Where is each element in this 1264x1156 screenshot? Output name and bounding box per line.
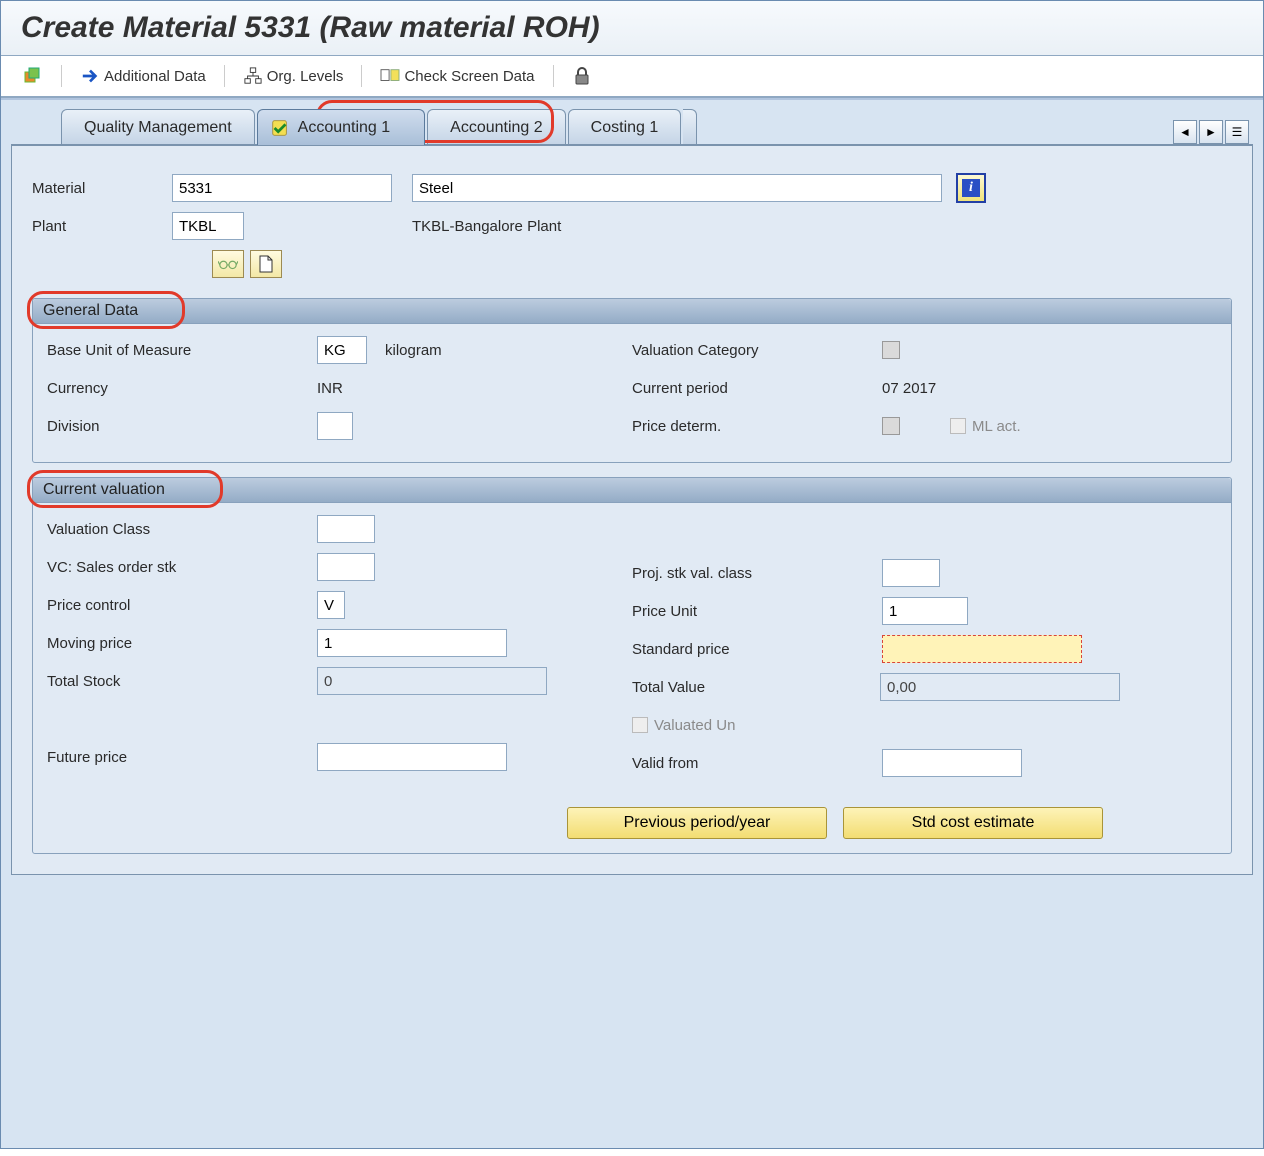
org-levels-button[interactable]: Org. Levels <box>239 64 348 88</box>
tab-scroll-right[interactable]: ► <box>1199 120 1223 144</box>
valuation-category-label: Valuation Category <box>632 342 882 359</box>
total-stock-label: Total Stock <box>47 673 317 690</box>
total-value-input <box>880 673 1120 701</box>
future-price-label: Future price <box>47 749 317 766</box>
moving-price-input[interactable] <box>317 629 507 657</box>
current-valuation-title: Current valuation <box>33 478 1231 503</box>
tab-accounting-1-label: Accounting 1 <box>298 119 391 137</box>
price-control-label: Price control <box>47 597 317 614</box>
material-info-button[interactable]: i <box>956 173 986 203</box>
total-stock-input <box>317 667 547 695</box>
tab-active-icon <box>270 118 290 138</box>
total-value-label: Total Value <box>632 679 880 696</box>
valuation-class-input[interactable] <box>317 515 375 543</box>
material-id-input[interactable] <box>172 174 392 202</box>
general-data-title: General Data <box>33 299 1231 324</box>
proj-stk-val-class-label: Proj. stk val. class <box>632 565 882 582</box>
division-label: Division <box>47 418 317 435</box>
page-icon <box>256 254 276 274</box>
standard-price-input[interactable] <box>882 635 1082 663</box>
standard-price-label: Standard price <box>632 641 882 658</box>
arrow-right-icon <box>80 66 100 86</box>
valuated-un-checkbox <box>632 717 648 733</box>
material-desc-input[interactable] <box>412 174 942 202</box>
currency-label: Currency <box>47 380 317 397</box>
layers-icon <box>23 66 43 86</box>
content-area: Quality Management Accounting 1 Accounti… <box>1 98 1263 1148</box>
price-determ-label: Price determ. <box>632 418 882 435</box>
proj-stk-val-class-input[interactable] <box>882 559 940 587</box>
base-uom-desc: kilogram <box>385 342 442 359</box>
price-control-input[interactable] <box>317 591 345 619</box>
tab-quality-management-label: Quality Management <box>84 119 232 137</box>
check-screen-icon <box>380 66 400 86</box>
tab-list-button[interactable]: ☰ <box>1225 120 1249 144</box>
triangle-left-icon: ◄ <box>1179 125 1191 139</box>
valuation-category-field <box>882 341 900 359</box>
plant-label: Plant <box>32 218 172 235</box>
general-data-group: General Data Base Unit of Measure kilogr… <box>32 298 1232 463</box>
plant-id-input[interactable] <box>172 212 244 240</box>
previous-period-button[interactable]: Previous period/year <box>567 807 827 839</box>
additional-data-button[interactable]: Additional Data <box>76 64 210 88</box>
tab-accounting-1[interactable]: Accounting 1 <box>257 109 426 145</box>
division-input[interactable] <box>317 412 353 440</box>
tab-content-accounting1: Material i Plant TKBL-Bangalore Plant <box>11 144 1253 875</box>
check-screen-data-button[interactable]: Check Screen Data <box>376 64 538 88</box>
check-screen-data-label: Check Screen Data <box>404 68 534 85</box>
vc-sales-order-label: VC: Sales order stk <box>47 559 317 576</box>
tab-strip: Quality Management Accounting 1 Accounti… <box>1 100 1263 144</box>
current-period-value: 07 2017 <box>882 380 936 397</box>
tab-costing-1-label: Costing 1 <box>591 119 659 137</box>
ml-act-checkbox <box>950 418 966 434</box>
tab-overflow-indicator <box>683 109 697 145</box>
lock-icon <box>572 66 592 86</box>
tab-scroll-left[interactable]: ◄ <box>1173 120 1197 144</box>
tab-quality-management[interactable]: Quality Management <box>61 109 255 145</box>
glasses-icon <box>218 254 238 274</box>
display-button[interactable] <box>212 250 244 278</box>
list-icon: ☰ <box>1232 125 1243 139</box>
vc-sales-order-input[interactable] <box>317 553 375 581</box>
std-cost-estimate-button[interactable]: Std cost estimate <box>843 807 1103 839</box>
toolbar-icon-new[interactable] <box>19 64 47 88</box>
tab-accounting-2-label: Accounting 2 <box>450 119 543 137</box>
valid-from-input[interactable] <box>882 749 1022 777</box>
price-determ-field <box>882 417 900 435</box>
currency-value: INR <box>317 380 343 397</box>
price-unit-label: Price Unit <box>632 603 882 620</box>
material-label: Material <box>32 180 172 197</box>
plant-desc: TKBL-Bangalore Plant <box>412 218 561 235</box>
hierarchy-icon <box>243 66 263 86</box>
valuated-un-label: Valuated Un <box>654 717 735 734</box>
info-icon: i <box>962 179 980 197</box>
base-uom-input[interactable] <box>317 336 367 364</box>
additional-data-label: Additional Data <box>104 68 206 85</box>
org-levels-label: Org. Levels <box>267 68 344 85</box>
current-valuation-group: Current valuation Valuation Class VC: Sa… <box>32 477 1232 854</box>
future-price-input[interactable] <box>317 743 507 771</box>
moving-price-label: Moving price <box>47 635 317 652</box>
tab-costing-1[interactable]: Costing 1 <box>568 109 682 145</box>
toolbar: Additional Data Org. Levels Check Screen… <box>1 56 1263 98</box>
price-unit-input[interactable] <box>882 597 968 625</box>
page-title: Create Material 5331 (Raw material ROH) <box>1 1 1263 56</box>
current-period-label: Current period <box>632 380 882 397</box>
base-uom-label: Base Unit of Measure <box>47 342 317 359</box>
valuation-class-label: Valuation Class <box>47 521 317 538</box>
triangle-right-icon: ► <box>1205 125 1217 139</box>
document-button[interactable] <box>250 250 282 278</box>
lock-button[interactable] <box>568 64 596 88</box>
valid-from-label: Valid from <box>632 755 882 772</box>
ml-act-label: ML act. <box>972 418 1021 435</box>
tab-accounting-2[interactable]: Accounting 2 <box>427 109 566 145</box>
